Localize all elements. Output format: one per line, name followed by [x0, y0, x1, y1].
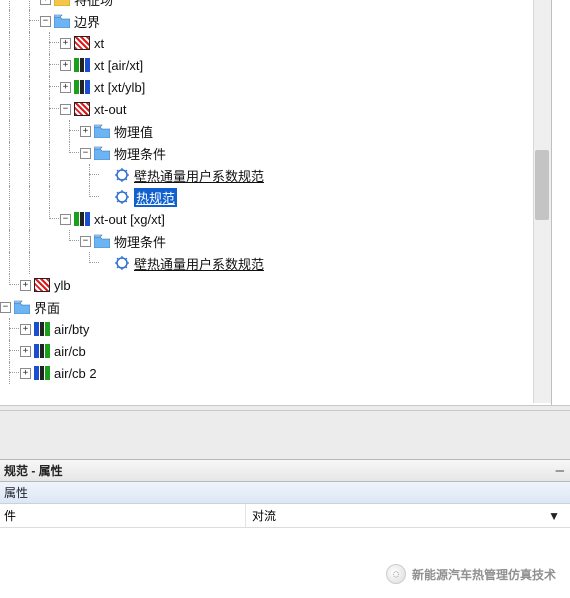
collapse-toggle[interactable]: −: [60, 104, 71, 115]
expand-toggle[interactable]: +: [20, 346, 31, 357]
tree-row-selected[interactable]: 热规范: [0, 186, 551, 208]
node-label: air/bty: [54, 322, 89, 337]
folder-icon: [54, 13, 70, 29]
bars-icon: [74, 79, 90, 95]
bars-icon: [34, 365, 50, 381]
tree-row[interactable]: + air/bty: [0, 318, 551, 340]
node-label: 物理条件: [114, 232, 166, 251]
folder-icon: [94, 145, 110, 161]
node-label: air/cb: [54, 344, 86, 359]
tree-row-xt-out[interactable]: − xt-out: [0, 98, 551, 120]
expand-toggle[interactable]: +: [20, 368, 31, 379]
minimize-button[interactable]: —: [556, 463, 564, 479]
collapse-toggle[interactable]: −: [80, 236, 91, 247]
hatch-icon: [74, 101, 90, 117]
node-label: 壁热通量用户系数规范: [134, 166, 264, 185]
node-label: 边界: [74, 12, 100, 31]
tree-row-boundary[interactable]: − 边界: [0, 10, 551, 32]
spec-icon: [114, 255, 130, 271]
tree-row[interactable]: + air/cb 2: [0, 362, 551, 384]
node-label: 物理值: [114, 122, 153, 141]
node-label: xt [air/xt]: [94, 58, 143, 73]
node-label-selected: 热规范: [134, 188, 177, 207]
folder-icon: [94, 123, 110, 139]
tree-row[interactable]: 壁热通量用户系数规范: [0, 164, 551, 186]
node-label: air/cb 2: [54, 366, 97, 381]
expand-toggle[interactable]: +: [60, 60, 71, 71]
gap: [0, 411, 570, 459]
vertical-scrollbar[interactable]: [533, 0, 551, 403]
folder-icon: [14, 299, 30, 315]
node-label: 壁热通量用户系数规范: [134, 254, 264, 273]
bars-icon: [34, 343, 50, 359]
node-label: xt-out: [94, 102, 127, 117]
properties-section-header: 属性: [0, 482, 570, 504]
tree-row-cut[interactable]: + 特征场: [0, 0, 551, 10]
collapse-toggle[interactable]: −: [40, 16, 51, 27]
bars-icon: [34, 321, 50, 337]
tree-row[interactable]: + 物理值: [0, 120, 551, 142]
tree-row[interactable]: + xt [air/xt]: [0, 54, 551, 76]
watermark-text: 新能源汽车热管理仿真技术: [412, 566, 556, 583]
tree-row[interactable]: + xt: [0, 32, 551, 54]
bars-icon: [74, 57, 90, 73]
expand-toggle[interactable]: +: [40, 0, 51, 5]
hatch-icon: [34, 277, 50, 293]
tree-row[interactable]: 壁热通量用户系数规范: [0, 252, 551, 274]
spec-icon: [114, 189, 130, 205]
watermark: ◌ 新能源汽车热管理仿真技术: [386, 564, 556, 584]
node-label: 物理条件: [114, 144, 166, 163]
app-root: + 特征场 − 边界 + xt +: [0, 0, 570, 598]
node-label: 界面: [34, 298, 60, 317]
property-value: 对流: [252, 507, 276, 524]
node-label: xt-out [xg/xt]: [94, 212, 165, 227]
wechat-icon: ◌: [386, 564, 406, 584]
node-label: xt [xt/ylb]: [94, 80, 145, 95]
property-key: 件: [0, 504, 246, 527]
tree-row[interactable]: − 物理条件: [0, 142, 551, 164]
tree-row[interactable]: + air/cb: [0, 340, 551, 362]
tree-row-interface[interactable]: − 界面: [0, 296, 551, 318]
tree-panel: + 特征场 − 边界 + xt +: [0, 0, 552, 405]
spec-icon: [114, 167, 130, 183]
properties-panel-header: 规范 - 属性 —: [0, 459, 570, 482]
folder-icon: [54, 0, 70, 7]
tree-row[interactable]: − 物理条件: [0, 230, 551, 252]
tree: + 特征场 − 边界 + xt +: [0, 0, 551, 384]
property-value-cell[interactable]: 对流 ▼: [246, 504, 570, 527]
bars-icon: [74, 211, 90, 227]
collapse-toggle[interactable]: −: [60, 214, 71, 225]
expand-toggle[interactable]: +: [20, 280, 31, 291]
collapse-toggle[interactable]: −: [80, 148, 91, 159]
node-label: xt: [94, 36, 104, 51]
chevron-down-icon[interactable]: ▼: [548, 509, 560, 523]
tree-row[interactable]: + ylb: [0, 274, 551, 296]
panel-title: 规范 - 属性: [4, 462, 63, 479]
expand-toggle[interactable]: +: [80, 126, 91, 137]
scroll-thumb[interactable]: [535, 150, 549, 220]
folder-icon: [94, 233, 110, 249]
section-label: 属性: [4, 484, 28, 501]
expand-toggle[interactable]: +: [60, 38, 71, 49]
node-label: ylb: [54, 278, 71, 293]
collapse-toggle[interactable]: −: [0, 302, 11, 313]
hatch-icon: [74, 35, 90, 51]
property-row[interactable]: 件 对流 ▼: [0, 504, 570, 528]
node-label: 特征场: [74, 0, 113, 9]
expand-toggle[interactable]: +: [20, 324, 31, 335]
expand-toggle[interactable]: +: [60, 82, 71, 93]
tree-row[interactable]: + xt [xt/ylb]: [0, 76, 551, 98]
tree-row[interactable]: − xt-out [xg/xt]: [0, 208, 551, 230]
